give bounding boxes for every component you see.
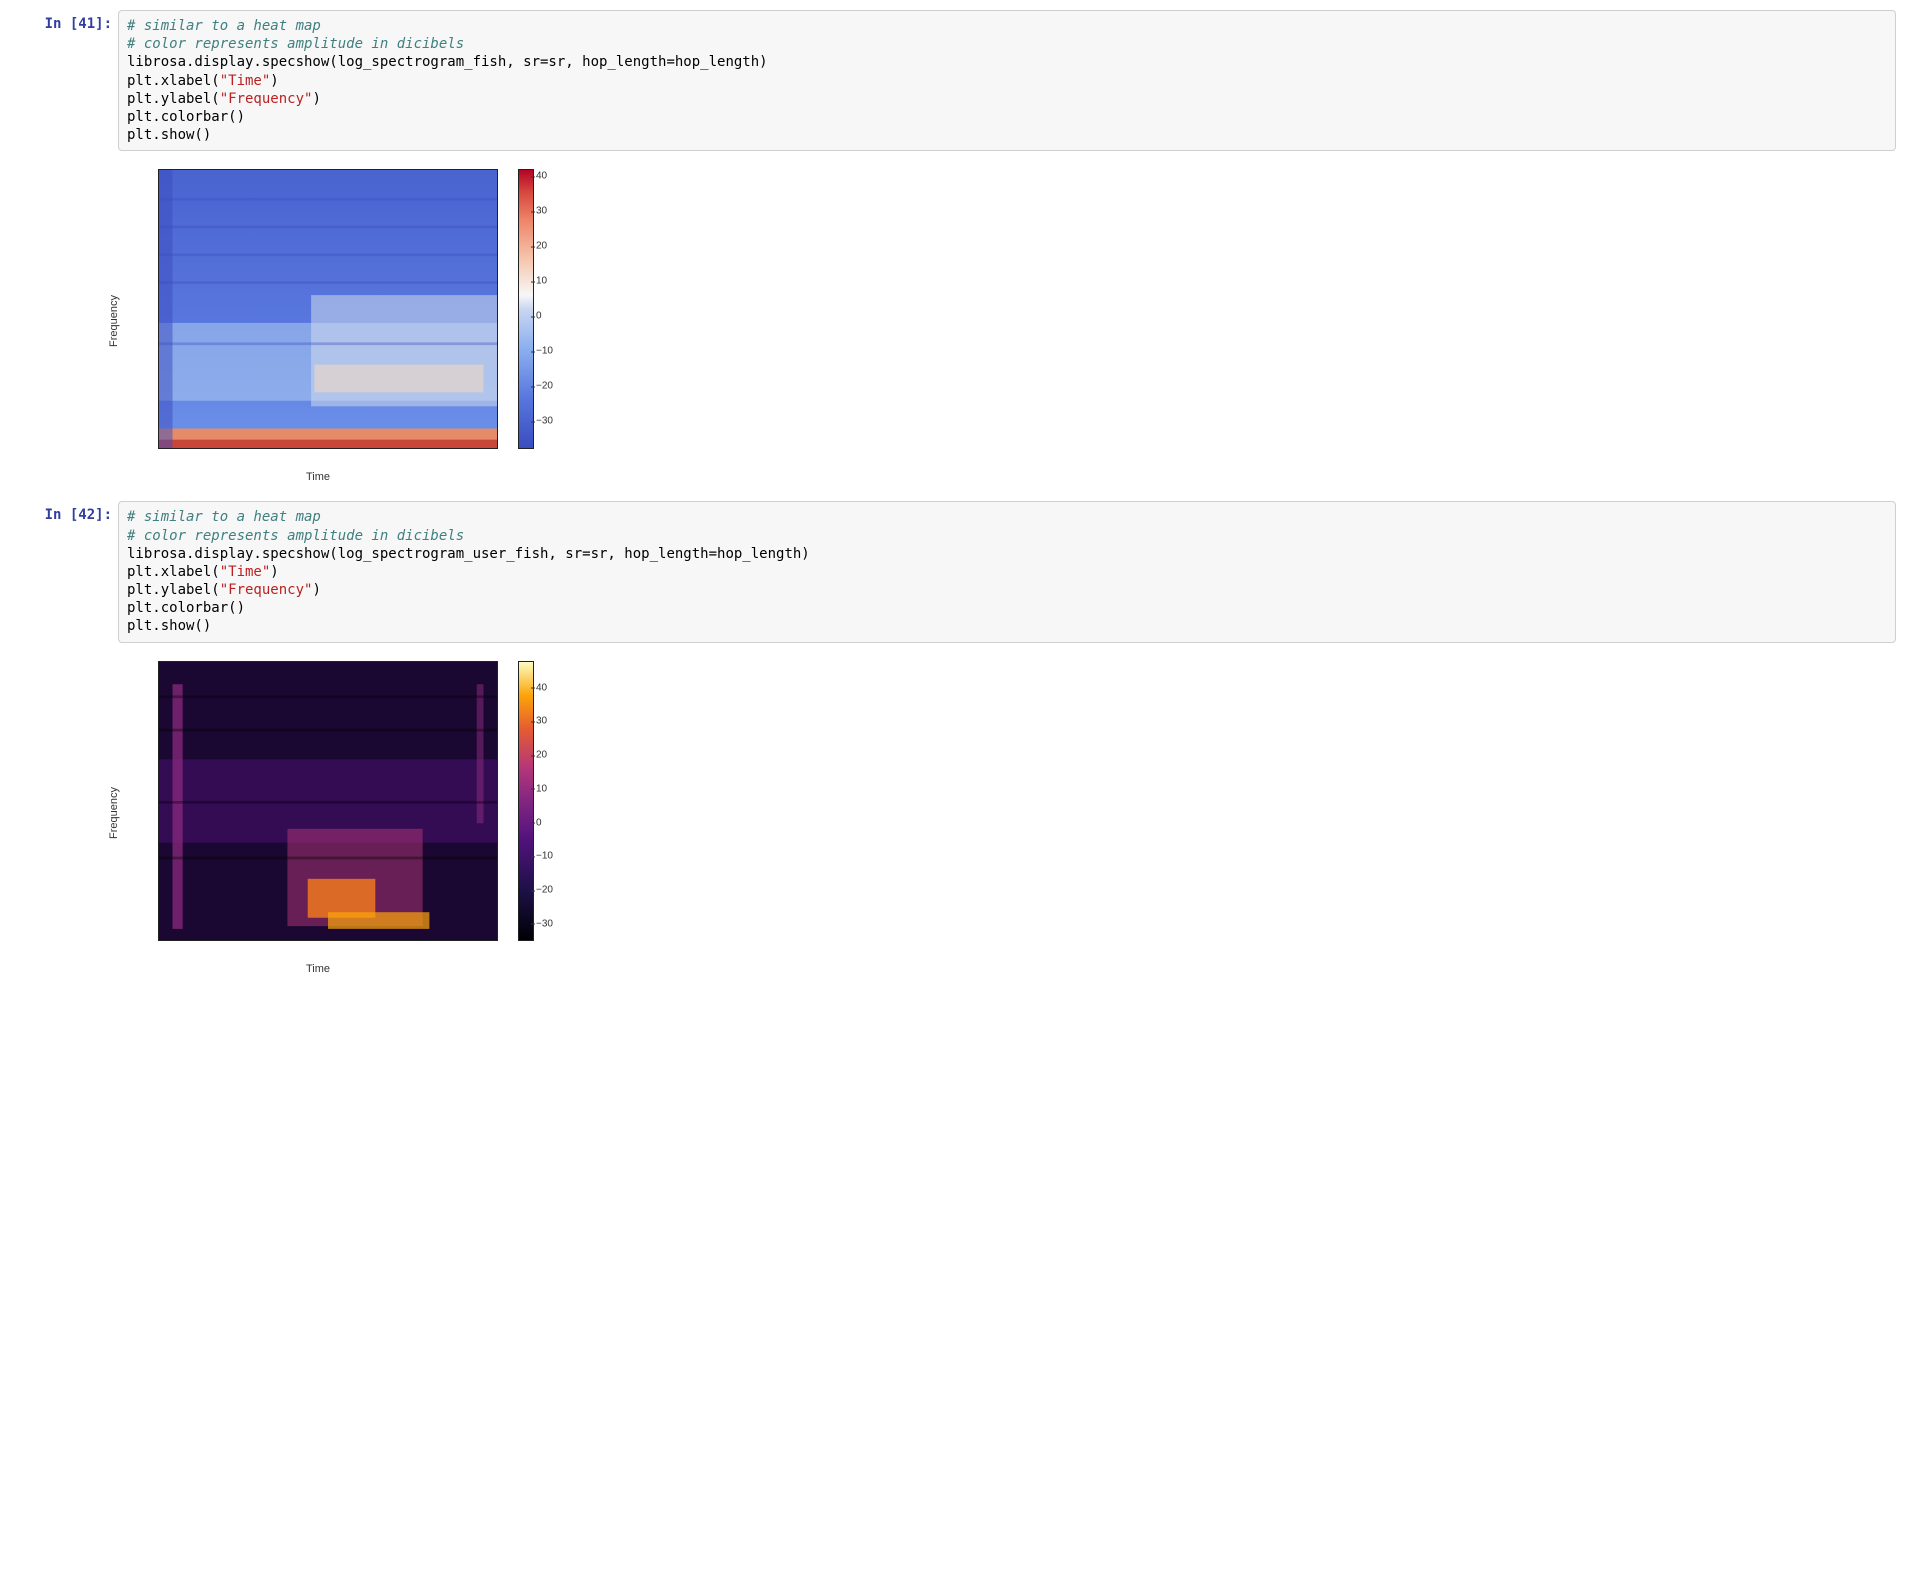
code-line: librosa.display.specshow(log_spectrogram… [127,54,768,70]
code-input[interactable]: # similar to a heat map # color represen… [118,501,1896,642]
colorbar: 40 30 20 10 0 −10 −20 −30 [518,169,574,449]
code-line: librosa.display.specshow(log_spectrogram… [127,546,810,562]
code-string: "Time" [220,73,271,89]
colorbar-tick: 20 [536,241,547,252]
colorbar: 40 30 20 10 0 −10 −20 −30 [518,661,574,941]
prompt-number: 41 [78,16,95,32]
code-line: ) [270,73,278,89]
prompt-number: 42 [78,507,95,523]
spectrogram-figure: Frequency [118,161,578,481]
x-axis-label: Time [306,963,330,975]
input-prompt: In [41]: [10,10,118,38]
code-string: "Frequency" [220,582,313,598]
y-axis-label: Frequency [108,787,120,839]
output-area: Frequency 403020100−10−2 [118,647,1896,993]
colorbar-tick: 10 [536,783,547,794]
colorbar-tick: 40 [536,682,547,693]
code-line: plt.show() [127,618,211,634]
code-string: "Time" [220,564,271,580]
code-line: plt.xlabel( [127,564,220,580]
colorbar-tick: −10 [536,851,553,862]
code-comment: # color represents amplitude in dicibels [127,528,464,544]
code-input[interactable]: # similar to a heat map # color represen… [118,10,1896,151]
code-cell: In [41]: # similar to a heat map # color… [10,10,1896,151]
colorbar-tick: −10 [536,346,553,357]
code-line: plt.colorbar() [127,109,245,125]
colorbar-tick: 40 [536,171,547,182]
colorbar-ticks: 40 30 20 10 0 −10 −20 −30 [534,661,574,941]
input-prompt: In [42]: [10,501,118,529]
prompt-suffix: ]: [95,507,112,523]
output-area: Frequency [118,155,1896,501]
colorbar-tick: −20 [536,885,553,896]
y-axis-label: Frequency [108,295,120,347]
spectrogram-figure: Frequency 403020100−10−2 [118,653,578,973]
code-cell: In [42]: # similar to a heat map # color… [10,501,1896,642]
colorbar-tick: −30 [536,918,553,929]
code-string: "Frequency" [220,91,313,107]
code-comment: # similar to a heat map [127,18,321,34]
colorbar-tick: −20 [536,381,553,392]
colorbar-tick: 0 [536,817,542,828]
spectrogram-plot [158,661,498,941]
prompt-prefix: In [ [45,16,79,32]
spectrogram-plot [158,169,498,449]
code-line: ) [270,564,278,580]
code-comment: # color represents amplitude in dicibels [127,36,464,52]
heatmap-image [159,662,497,940]
code-line: ) [312,582,320,598]
prompt-prefix: In [ [45,507,79,523]
code-line: plt.ylabel( [127,91,220,107]
colorbar-tick: 10 [536,276,547,287]
colorbar-tick: 30 [536,716,547,727]
heatmap-image [159,170,497,448]
code-comment: # similar to a heat map [127,509,321,525]
colorbar-tick: 20 [536,750,547,761]
colorbar-tick: 0 [536,311,542,322]
code-line: plt.xlabel( [127,73,220,89]
code-line: plt.colorbar() [127,600,245,616]
prompt-suffix: ]: [95,16,112,32]
colorbar-tick: 30 [536,206,547,217]
colorbar-tick: −30 [536,416,553,427]
code-line: plt.show() [127,127,211,143]
colorbar-ticks: 40 30 20 10 0 −10 −20 −30 [534,169,574,449]
colorbar-gradient [518,661,534,941]
code-line: plt.ylabel( [127,582,220,598]
code-line: ) [312,91,320,107]
x-axis-label: Time [306,471,330,483]
